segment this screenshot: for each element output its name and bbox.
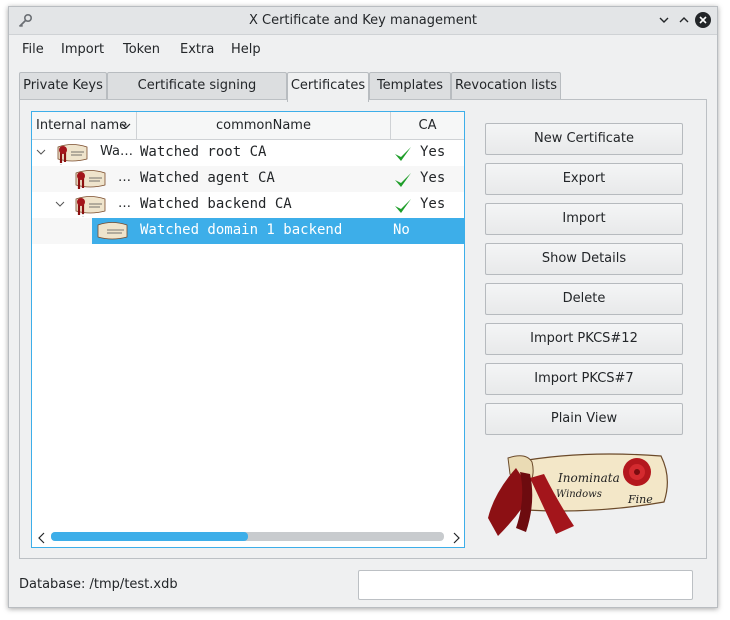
menu-help[interactable]: Help (231, 42, 261, 57)
delete-button[interactable]: Delete (485, 283, 683, 315)
sort-chevron-icon (121, 123, 131, 129)
ca-value: No (393, 222, 410, 238)
certificate-icon (57, 144, 88, 163)
logo-text-line1: Inominata (557, 471, 620, 485)
status-field (358, 570, 693, 600)
horizontal-scrollbar[interactable] (32, 527, 464, 547)
tree-row[interactable]: … Watched agent CA Yes (32, 166, 464, 192)
minimize-button[interactable] (655, 11, 673, 29)
tab-revocation-lists[interactable]: Revocation lists (451, 72, 561, 100)
close-icon (695, 12, 711, 28)
internal-name: … (118, 196, 131, 211)
certificate-icon (97, 222, 128, 240)
check-icon (395, 173, 411, 187)
certificate-icon (75, 196, 106, 215)
certificate-icon (75, 170, 106, 189)
chevron-up-icon (679, 17, 689, 23)
ca-value: Yes (420, 196, 446, 212)
close-button[interactable] (694, 11, 712, 29)
column-ca[interactable]: CA (391, 112, 464, 140)
tab-certificates[interactable]: Certificates (287, 72, 369, 102)
scroll-track[interactable] (51, 532, 444, 541)
import-button[interactable]: Import (485, 203, 683, 235)
menu-bar: File Import Token Extra Help (9, 36, 717, 64)
title-bar[interactable]: X Certificate and Key management (9, 7, 717, 35)
import-pkcs7-button[interactable]: Import PKCS#7 (485, 363, 683, 395)
tab-private-keys[interactable]: Private Keys (19, 72, 107, 100)
maximize-button[interactable] (675, 11, 693, 29)
check-icon (395, 147, 411, 161)
internal-name: … (118, 170, 131, 185)
export-button[interactable]: Export (485, 163, 683, 195)
common-name: Watched domain 1 backend (140, 222, 343, 238)
certificate-tree[interactable]: Internal name commonName CA Wa… Watched … (31, 111, 465, 548)
menu-import[interactable]: Import (61, 42, 104, 57)
menu-token[interactable]: Token (123, 42, 160, 57)
ca-value: Yes (420, 144, 446, 160)
show-details-button[interactable]: Show Details (485, 243, 683, 275)
scroll-right-icon[interactable] (451, 532, 461, 544)
logo-text-line3: Fine (627, 493, 653, 506)
plain-view-button[interactable]: Plain View (485, 403, 683, 435)
logo-text-line2: Windows (556, 489, 602, 500)
main-window: X Certificate and Key management File Im… (8, 6, 718, 608)
tree-row-selected[interactable]: Watched domain 1 backend No (32, 218, 464, 244)
column-internal-name-label: Internal name (36, 118, 128, 133)
tree-header: Internal name commonName CA (32, 112, 464, 140)
internal-name: Wa… (100, 144, 133, 159)
scroll-thumb[interactable] (51, 532, 248, 541)
certificates-panel: Internal name commonName CA Wa… Watched … (19, 99, 707, 559)
database-status: Database: /tmp/test.xdb (19, 577, 178, 592)
ca-value: Yes (420, 170, 446, 186)
common-name: Watched root CA (140, 144, 267, 160)
tree-row[interactable]: … Watched backend CA Yes (32, 192, 464, 218)
menu-extra[interactable]: Extra (180, 42, 214, 57)
column-internal-name[interactable]: Internal name (32, 112, 137, 140)
tab-templates[interactable]: Templates (369, 72, 451, 100)
menu-file[interactable]: File (22, 42, 44, 57)
scroll-seal-logo: Inominata Windows Fine (488, 453, 668, 536)
window-title: X Certificate and Key management (248, 13, 478, 28)
check-icon (395, 199, 411, 213)
tab-certificate-signing-requests[interactable]: Certificate signing requests (107, 72, 287, 119)
column-common-name[interactable]: commonName (137, 112, 391, 140)
common-name: Watched agent CA (140, 170, 275, 186)
chevron-down-icon (659, 17, 669, 23)
common-name: Watched backend CA (140, 196, 292, 212)
import-pkcs12-button[interactable]: Import PKCS#12 (485, 323, 683, 355)
tree-row[interactable]: Wa… Watched root CA Yes (32, 140, 464, 166)
scroll-left-icon[interactable] (37, 532, 47, 544)
new-certificate-button[interactable]: New Certificate (485, 123, 683, 155)
